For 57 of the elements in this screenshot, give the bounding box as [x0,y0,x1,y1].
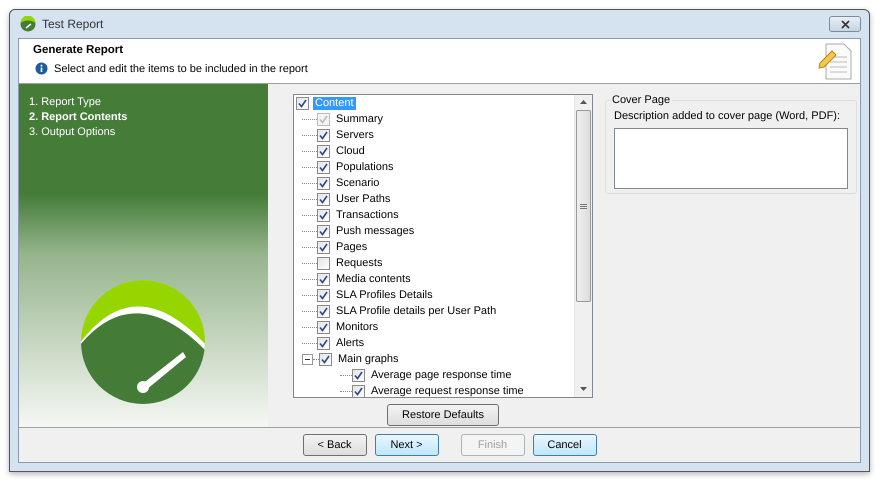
checkbox[interactable] [317,240,330,254]
collapse-toggle[interactable] [302,354,313,364]
tree-item[interactable]: Scenario [334,176,382,190]
tree-item[interactable]: Media contents [334,272,413,286]
checkbox[interactable] [317,224,330,238]
group-title: Cover Page [611,94,672,106]
tree-item[interactable]: Requests [334,256,384,270]
tree-item[interactable]: Transactions [334,208,401,222]
tree-item[interactable]: User Paths [334,192,392,206]
tree-item[interactable]: Servers [334,128,376,142]
description-field[interactable] [614,128,848,189]
checkbox[interactable] [317,128,330,142]
scroll-up-icon[interactable] [580,100,587,105]
close-button[interactable] [829,16,861,32]
info-icon [35,62,48,75]
checkbox[interactable] [317,272,330,286]
tree-item[interactable]: Main graphs [336,352,401,366]
checkbox[interactable] [317,336,330,350]
checkbox[interactable] [317,144,330,158]
wizard-step: 1. Report Type [29,96,268,108]
checkbox[interactable] [352,368,365,382]
tree-item[interactable]: Cloud [334,144,367,158]
dialog-button[interactable]: Cancel [532,434,596,456]
window-title: Test Report [42,17,104,31]
checkbox[interactable] [352,384,365,397]
header-title: Generate Report [33,44,124,56]
checkbox[interactable] [296,96,309,110]
tree-item[interactable]: Monitors [334,320,380,334]
tree-item[interactable]: Average page response time [369,368,514,382]
tree-item[interactable]: Average request response time [369,384,526,397]
checkbox[interactable] [317,176,330,190]
wizard-step: 3. Output Options [29,126,268,138]
grip-icon [580,204,587,208]
scrollbar[interactable] [574,95,592,397]
dialog-button[interactable]: < Back [302,434,366,456]
checkbox[interactable] [317,304,330,318]
tree-item[interactable]: SLA Profiles Details [334,288,435,302]
checkbox[interactable] [317,320,330,334]
restore-defaults-button[interactable]: Restore Defaults [387,404,499,426]
checkbox[interactable] [317,160,330,174]
checkbox[interactable] [317,192,330,206]
header-hint: Select and edit the items to be included in the report [54,62,308,74]
dialog-button[interactable]: Next > [374,434,438,456]
tree-item[interactable]: SLA Profile details per User Path [334,304,498,318]
tree-item[interactable]: Alerts [334,336,366,350]
tree-item[interactable]: Pages [334,240,370,254]
field-label: Description added to cover page (Word, PDF): [614,110,842,122]
tree-item[interactable]: Populations [334,160,396,174]
tree-item[interactable]: Push messages [334,224,416,238]
checkbox[interactable] [317,208,330,222]
wizard-step: 2. Report Contents [29,111,268,123]
checkbox[interactable] [317,288,330,302]
checkbox[interactable] [317,256,330,270]
gauge-icon [20,16,36,32]
scroll-down-icon[interactable] [580,387,587,392]
close-icon [840,20,850,28]
checkbox[interactable] [319,352,332,366]
